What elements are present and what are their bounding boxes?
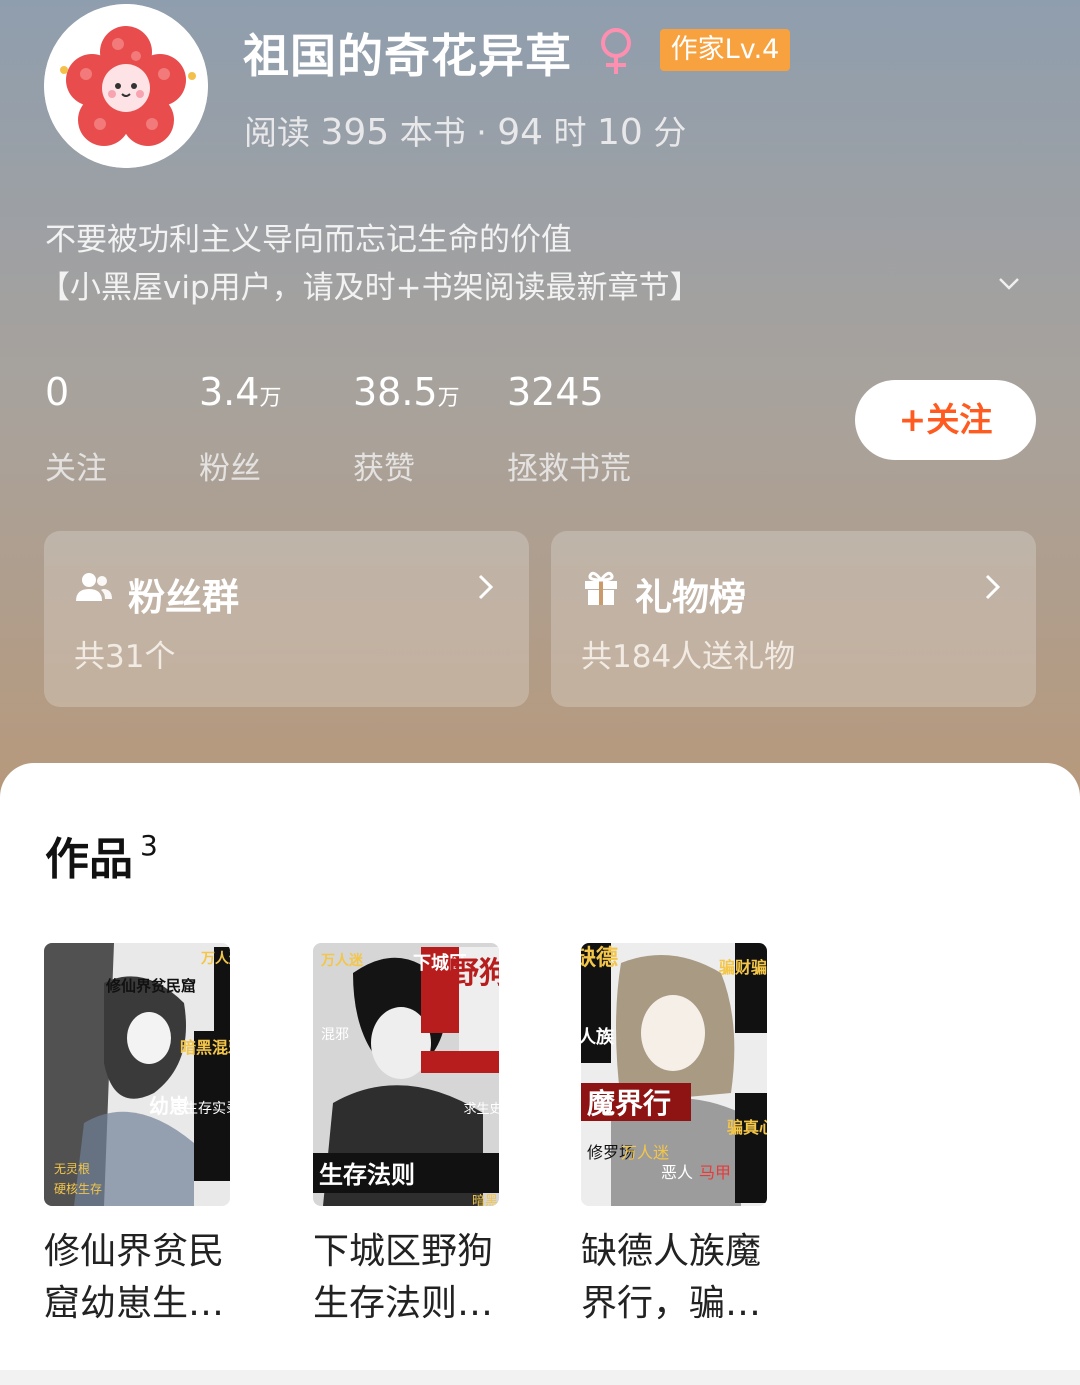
cover-text: 修仙界贫民窟 <box>105 977 196 995</box>
book-title: 缺德人族魔 界行，骗… <box>581 1226 781 1330</box>
book-title-line: 下城区野狗 <box>313 1231 494 1272</box>
cover-text: 幼崽 <box>149 1094 189 1118</box>
cover-text: 万人迷 <box>621 1143 669 1162</box>
separator: · <box>476 113 487 152</box>
chevron-right-icon <box>985 574 1001 600</box>
cover-text: 硬核生存 <box>54 1182 102 1196</box>
author-level-badge: 作家Lv.4 <box>660 29 790 71</box>
cover-text: 魔界行 <box>587 1087 671 1120</box>
bottom-divider <box>0 1370 1080 1385</box>
book-item[interactable]: 缺德 人族 魔界行 骗财骗色 骗真心 修罗场 万人迷 恶人 马甲 缺德人族魔 界… <box>581 943 771 1330</box>
stat-following[interactable]: 0 关注 <box>45 370 107 488</box>
card-title: 粉丝群 <box>128 576 239 619</box>
book-title-line: 窟幼崽生… <box>44 1283 225 1324</box>
reading-prefix: 阅读 <box>244 113 310 152</box>
stat-unit: 万 <box>259 386 282 411</box>
works-section: 作品 3 万人迷 暗黑混邪 修仙界贫民窟 幼崽 生存实录 无灵根 硬核生存 <box>0 763 1080 1385</box>
stat-rescue[interactable]: 3245 拯救书荒 <box>507 370 631 488</box>
stat-value: 3.4 <box>199 370 260 414</box>
hours-unit: 时 <box>553 113 587 152</box>
cover-text: 求生史 <box>463 1102 499 1117</box>
cover-text: 马甲 <box>699 1163 731 1182</box>
book-cover[interactable]: 万人迷 暗黑混邪 修仙界贫民窟 幼崽 生存实录 无灵根 硬核生存 <box>44 943 230 1206</box>
users-icon <box>76 573 112 601</box>
stat-fans[interactable]: 3.4万 粉丝 <box>199 370 281 488</box>
cover-text: 骗真心 <box>727 1118 767 1137</box>
minutes-unit: 分 <box>653 113 687 152</box>
gift-rank-card[interactable]: 礼物榜 共184人送礼物 <box>551 531 1036 707</box>
book-cover[interactable]: 下城区 野狗 万人迷 混邪 生存法则 求生史 暗黑 <box>313 943 499 1206</box>
cover-text: 野狗 <box>449 956 499 991</box>
stat-label: 拯救书荒 <box>507 451 631 487</box>
female-gender-icon <box>601 28 631 74</box>
reading-stats: 阅读 395 本书 · 94 时 10 分 <box>244 106 686 154</box>
fan-group-card[interactable]: 粉丝群 共31个 <box>44 531 529 707</box>
books-unit: 本书 <box>399 113 466 152</box>
cover-text: 缺德 <box>581 945 618 971</box>
follow-button[interactable]: +关注 <box>855 380 1036 460</box>
cover-text: 混邪 <box>321 1027 349 1043</box>
book-item[interactable]: 万人迷 暗黑混邪 修仙界贫民窟 幼崽 生存实录 无灵根 硬核生存 修仙界贫民 窟… <box>44 943 234 1330</box>
book-title-line: 修仙界贫民 <box>44 1231 225 1272</box>
cover-text: 无灵根 <box>54 1162 90 1176</box>
chevron-right-icon <box>478 574 494 600</box>
card-title: 礼物榜 <box>635 576 746 619</box>
reading-minutes: 10 <box>597 112 643 153</box>
book-cover-art: 下城区 野狗 万人迷 混邪 生存法则 求生史 暗黑 <box>313 943 499 1206</box>
cover-text: 暗黑 <box>472 1194 498 1206</box>
cover-text: 人族 <box>581 1026 615 1048</box>
flower-avatar-image <box>44 4 208 168</box>
username: 祖国的奇花异草 <box>243 29 572 83</box>
cover-text: 万人迷 <box>200 950 230 967</box>
cover-text: 生存法则 <box>319 1161 415 1189</box>
works-title: 作品 <box>45 834 133 885</box>
book-title: 下城区野狗 生存法则… <box>313 1226 513 1330</box>
cover-text: 骗财骗色 <box>719 958 767 977</box>
profile-header: 祖国的奇花异草 作家Lv.4 阅读 395 本书 · 94 时 10 分 不要被… <box>0 0 1080 780</box>
cover-text: 暗黑混邪 <box>180 1038 230 1057</box>
cover-text: 恶人 <box>661 1163 693 1182</box>
card-subtitle: 共31个 <box>74 639 176 675</box>
book-title: 修仙界贫民 窟幼崽生… <box>44 1226 244 1330</box>
book-cover-art: 缺德 人族 魔界行 骗财骗色 骗真心 修罗场 万人迷 恶人 马甲 <box>581 943 767 1206</box>
works-count: 3 <box>140 829 158 862</box>
card-subtitle: 共184人送礼物 <box>581 639 796 675</box>
book-cover[interactable]: 缺德 人族 魔界行 骗财骗色 骗真心 修罗场 万人迷 恶人 马甲 <box>581 943 767 1206</box>
stat-value: 38.5 <box>353 370 438 414</box>
cover-text: 万人迷 <box>320 952 364 969</box>
bio: 不要被功利主义导向而忘记生命的价值 【小黑屋vip用户，请及时+书架阅读最新章节… <box>39 216 701 312</box>
bio-line-2: 【小黑屋vip用户，请及时+书架阅读最新章节】 <box>39 270 701 306</box>
book-title-line: 界行，骗… <box>581 1283 762 1324</box>
cover-text: 生存实录 <box>184 1101 230 1117</box>
bio-line-1: 不要被功利主义导向而忘记生命的价值 <box>45 222 572 258</box>
gift-icon <box>585 571 617 605</box>
book-title-line: 缺德人族魔 <box>581 1231 762 1272</box>
books-read-count: 395 <box>320 112 390 153</box>
book-title-line: 生存法则… <box>313 1283 494 1324</box>
stat-value: 3245 <box>507 370 604 414</box>
chevron-down-icon[interactable] <box>996 270 1022 296</box>
stat-likes[interactable]: 38.5万 获赞 <box>353 370 460 488</box>
stat-unit: 万 <box>437 386 460 411</box>
book-cover-art: 万人迷 暗黑混邪 修仙界贫民窟 幼崽 生存实录 无灵根 硬核生存 <box>44 943 230 1206</box>
book-item[interactable]: 下城区 野狗 万人迷 混邪 生存法则 求生史 暗黑 下城区野狗 生存法则… <box>313 943 503 1330</box>
reading-hours: 94 <box>497 112 544 153</box>
stat-label: 粉丝 <box>199 451 261 487</box>
stat-label: 关注 <box>45 451 107 487</box>
stat-value: 0 <box>45 370 70 414</box>
stat-label: 获赞 <box>353 451 415 487</box>
avatar[interactable] <box>44 4 208 168</box>
